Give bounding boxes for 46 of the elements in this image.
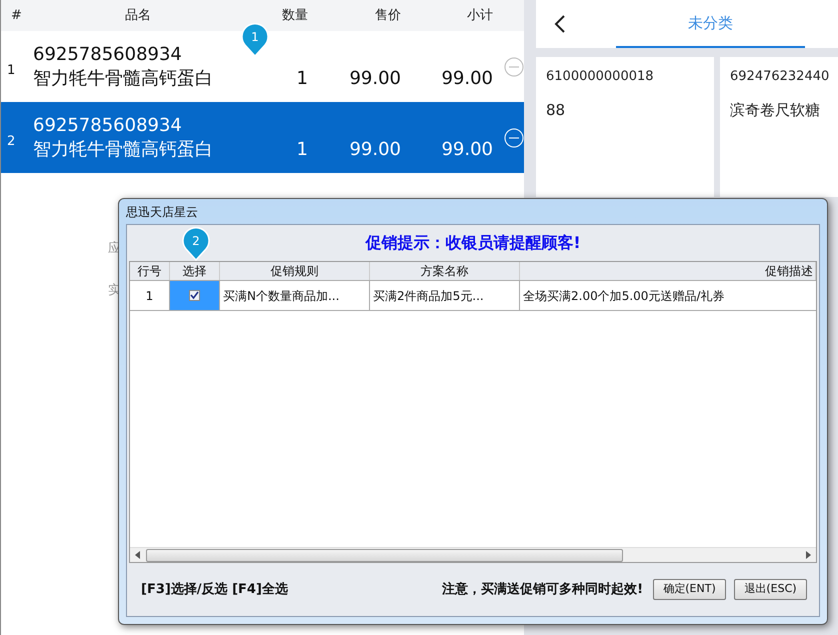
cart-row[interactable]: 2 6925785608934 智力牦牛骨髓高钙蛋白 1 99.00 99.00 [1,102,524,173]
product-name: 滨奇卷尺软糖 [730,100,821,120]
product-name: 智力牦牛骨髓高钙蛋白 [33,66,214,90]
map-pin-marker: 1 [240,23,270,57]
column-header: 售价 [374,6,401,25]
horizontal-scrollbar[interactable] [130,547,816,562]
banner-text: 促销提示：收银员请提醒顾客! [365,232,581,254]
checkbox[interactable] [189,290,200,301]
scroll-right-icon[interactable] [805,551,811,559]
row-number: 2 [6,132,16,151]
table-cell-text: 全场买满2.00个加5.00元送赠品/礼券 [522,288,726,304]
column-header: 选择 [170,262,220,280]
product-barcode: 692476232440 [730,68,830,86]
product-name: 88 [546,100,566,120]
column-header: 行号 [130,262,170,280]
table-cell: 买满N个数量商品加... [220,281,370,310]
product-card[interactable]: 692476232440 滨奇卷尺软糖 [720,57,838,197]
dialog-button[interactable]: 确定(ENT) [653,579,726,600]
dialog-button[interactable]: 退出(ESC) [734,579,807,600]
product-barcode: 6925785608934 [33,114,183,138]
map-pin-marker: 2 [181,227,211,261]
column-header: 促销描述 [520,262,816,280]
column-header: 方案名称 [370,262,520,280]
product-barcode: 6925785608934 [33,42,183,66]
product-name: 智力牦牛骨髓高钙蛋白 [33,138,214,162]
price: 99.00 [348,138,401,162]
back-icon[interactable] [554,14,566,34]
column-header: # [10,6,23,25]
column-header: 促销规则 [220,262,370,280]
column-header: 小计 [466,6,493,25]
subtotal: 99.00 [440,67,493,91]
product-card[interactable]: 6100000000018 88 [536,57,714,197]
scroll-left-icon[interactable] [135,551,141,559]
quantity: 1 [296,67,308,91]
table-cell: 买满2件商品加5元... [370,281,520,310]
window-title: 思迅天店星云 [126,204,199,220]
shortcut-hint: [F3]选择/反选 [F4]全选 [141,580,289,599]
quantity: 1 [296,138,308,162]
price: 99.00 [348,67,401,91]
scrollbar-thumb[interactable] [146,548,623,562]
notice-text: 注意，买满送促销可多种同时起效! [441,580,644,599]
subtotal: 99.00 [440,138,493,162]
row-number: 1 [6,62,16,80]
column-header: 数量 [281,6,308,25]
product-barcode: 6100000000018 [546,68,655,86]
column-header: 品名 [124,6,152,25]
